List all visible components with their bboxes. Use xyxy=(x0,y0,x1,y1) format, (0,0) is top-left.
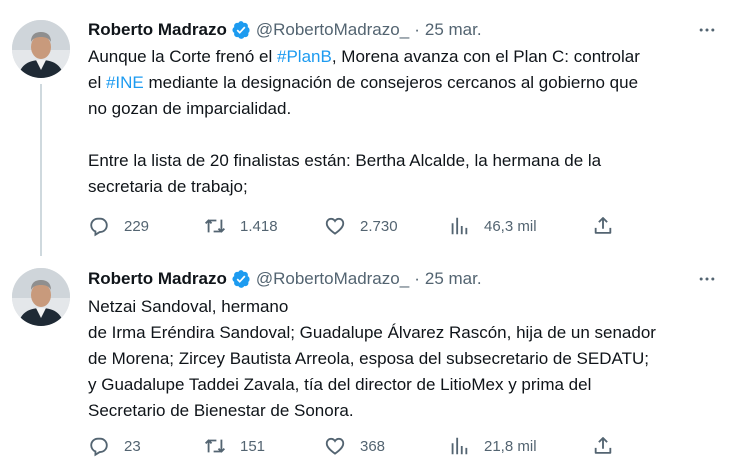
tweet-header: Roberto Madrazo @RobertoMadrazo_ · 25 ma… xyxy=(88,266,718,292)
share-icon xyxy=(594,437,612,454)
like-count: 2.730 xyxy=(360,217,398,235)
avatar[interactable] xyxy=(12,20,70,78)
retweet-button[interactable]: 1.418 xyxy=(204,212,278,240)
author-handle[interactable]: @RobertoMadrazo_ xyxy=(256,20,409,40)
separator: · xyxy=(414,269,420,288)
tweet-date[interactable]: 25 mar. xyxy=(425,269,482,289)
views-button[interactable]: 21,8 mil xyxy=(448,432,537,460)
hashtag-link[interactable]: #PlanB xyxy=(277,47,332,66)
more-icon[interactable] xyxy=(696,19,718,41)
views-icon xyxy=(451,217,468,235)
like-icon xyxy=(325,217,345,235)
retweet-button[interactable]: 151 xyxy=(204,432,265,460)
tweet-text: Netzai Sandoval, hermano de Irma Eréndir… xyxy=(88,294,728,424)
like-button[interactable]: 368 xyxy=(324,432,385,460)
text-line: el #INE mediante la designación de conse… xyxy=(88,73,639,92)
views-count: 46,3 mil xyxy=(484,217,537,235)
reply-button[interactable]: 229 xyxy=(88,212,149,240)
reply-count: 229 xyxy=(124,217,150,235)
retweet-count: 1.418 xyxy=(240,217,278,235)
separator: · xyxy=(414,20,420,39)
text-line: Secretario de Bienestar de Sonora. xyxy=(88,401,354,420)
views-icon xyxy=(451,437,468,455)
retweet-icon xyxy=(204,439,226,453)
like-count: 368 xyxy=(360,437,386,455)
retweet-icon xyxy=(204,219,226,233)
hashtag-link[interactable]: #INE xyxy=(106,73,144,92)
text-line: no gozan de imparcialidad. xyxy=(88,99,292,118)
text-line: secretaria de trabajo; xyxy=(88,177,248,196)
like-button[interactable]: 2.730 xyxy=(324,212,398,240)
action-bar: 229 1.418 2.730 46,3 mil xyxy=(88,212,628,240)
text-line: de Irma Eréndira Sandoval; Guadalupe Álv… xyxy=(88,323,656,342)
tweet[interactable]: Roberto Madrazo @RobertoMadrazo_ · 25 ma… xyxy=(0,262,738,468)
tweet[interactable]: Roberto Madrazo @RobertoMadrazo_ · 25 ma… xyxy=(0,0,738,262)
reply-button[interactable]: 23 xyxy=(88,432,141,460)
author-name[interactable]: Roberto Madrazo xyxy=(88,20,227,40)
share-button[interactable] xyxy=(592,432,614,460)
text-line: Entre la lista de 20 finalistas están: B… xyxy=(88,151,602,170)
verified-badge-icon xyxy=(231,269,251,289)
action-bar: 23 151 368 21,8 mil xyxy=(88,432,628,460)
views-button[interactable]: 46,3 mil xyxy=(448,212,537,240)
text-line: de Morena; Zircey Bautista Arreola, espo… xyxy=(88,349,649,368)
text-line: Netzai Sandoval, hermano xyxy=(88,297,289,316)
verified-badge-icon xyxy=(231,20,251,40)
retweet-count: 151 xyxy=(240,437,266,455)
avatar[interactable] xyxy=(12,268,70,326)
reply-count: 23 xyxy=(124,437,141,455)
reply-icon xyxy=(90,217,108,237)
thread-line xyxy=(40,84,42,256)
author-handle[interactable]: @RobertoMadrazo_ xyxy=(256,269,409,289)
text-line: Aunque la Corte frenó el #PlanB, Morena … xyxy=(88,47,640,66)
views-count: 21,8 mil xyxy=(484,437,537,455)
more-icon[interactable] xyxy=(696,268,718,290)
share-icon xyxy=(594,217,612,234)
tweet-date[interactable]: 25 mar. xyxy=(425,20,482,40)
share-button[interactable] xyxy=(592,212,614,240)
tweet-text: Aunque la Corte frenó el #PlanB, Morena … xyxy=(88,44,728,200)
text-line: y Guadalupe Taddei Zavala, tía del direc… xyxy=(88,375,592,394)
tweet-header: Roberto Madrazo @RobertoMadrazo_ · 25 ma… xyxy=(88,17,718,43)
author-name[interactable]: Roberto Madrazo xyxy=(88,269,227,289)
reply-icon xyxy=(90,437,108,457)
like-icon xyxy=(325,437,345,455)
